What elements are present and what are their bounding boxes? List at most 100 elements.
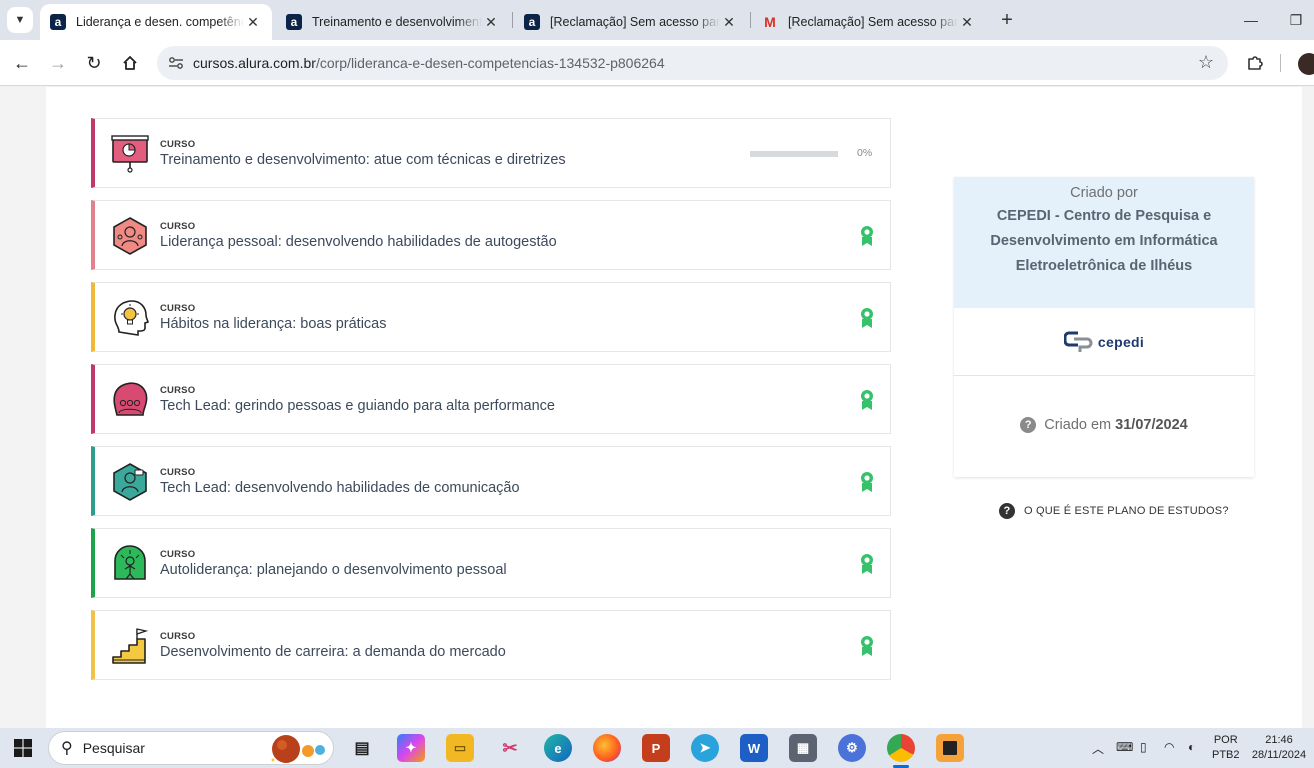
certificate-icon[interactable] — [859, 225, 875, 247]
site-info-icon[interactable] — [166, 53, 186, 73]
bookmark-star-icon[interactable]: ☆ — [1198, 52, 1214, 73]
firefox-icon[interactable] — [593, 734, 621, 762]
tab-title: Treinamento e desenvolvimento — [312, 15, 482, 29]
word-icon[interactable]: W — [740, 734, 768, 762]
keyboard-icon[interactable]: ⌨ — [1116, 740, 1133, 754]
certificate-icon[interactable] — [859, 635, 875, 657]
tab-lideranca[interactable]: a Liderança e desen. competências ✕ — [40, 4, 272, 40]
speaker-muted-icon[interactable]: ◐ — [1188, 740, 1195, 754]
search-highlight-icon — [271, 735, 325, 763]
creator-name: CEPEDI - Centro de Pesquisa e Desenvolvi… — [990, 208, 1218, 274]
certificate-icon[interactable] — [859, 553, 875, 575]
extensions-button[interactable] — [1243, 49, 1267, 77]
home-button[interactable] — [116, 49, 144, 77]
certificate-icon[interactable] — [859, 389, 875, 411]
certificate-icon[interactable] — [859, 471, 875, 493]
alura-icon: a — [286, 14, 302, 30]
close-icon[interactable]: ✕ — [244, 14, 262, 31]
course-kicker: CURSO — [160, 139, 196, 150]
tab-separator — [512, 12, 513, 28]
course-kicker: CURSO — [160, 631, 196, 642]
career-stairs-icon — [112, 628, 149, 664]
chrome-icon[interactable] — [887, 734, 915, 768]
course-title: Autoliderança: planejando o desenvolvime… — [160, 562, 507, 578]
minimize-button[interactable]: — — [1239, 8, 1263, 32]
logo-text: cepedi — [1097, 333, 1145, 350]
edge-icon[interactable]: e — [544, 734, 572, 762]
course-card[interactable]: CURSO Desenvolvimento de carreira: a dem… — [91, 610, 891, 680]
creator-logo: cepedi — [954, 308, 1254, 376]
gmail-icon: M — [764, 14, 776, 30]
lightbulb-head-icon — [114, 300, 149, 336]
course-card[interactable]: CURSO Tech Lead: gerindo pessoas e guian… — [91, 364, 891, 434]
close-icon[interactable]: ✕ — [958, 14, 976, 31]
forward-button[interactable]: → — [44, 49, 72, 77]
tab-title: Liderança e desen. competências — [76, 15, 244, 29]
arrow-left-icon: ← — [13, 52, 31, 73]
telegram-icon[interactable]: ➤ — [691, 734, 719, 762]
help-icon[interactable]: ? — [1020, 417, 1037, 433]
course-card[interactable]: CURSO Autoliderança: planejando o desenv… — [91, 528, 891, 598]
creator-header: Criado por CEPEDI - Centro de Pesquisa e… — [954, 177, 1254, 308]
course-title: Hábitos na liderança: boas práticas — [160, 316, 387, 332]
created-on-date: 31/07/2024 — [1115, 417, 1188, 433]
wifi-icon[interactable]: ◠ — [1164, 740, 1174, 754]
study-plan-help-link[interactable]: ? O QUE É ESTE PLANO DE ESTUDOS? — [999, 503, 1229, 519]
search-placeholder: Pesquisar — [82, 740, 145, 756]
system-clock[interactable]: 21:46 28/11/2024 — [1248, 733, 1310, 763]
task-view-icon[interactable]: ▤ — [348, 734, 376, 762]
tab-reclamacao-gmail[interactable]: M [Reclamação] Sem acesso para ✕ — [752, 4, 986, 40]
sticky-notes-icon[interactable] — [936, 734, 964, 762]
calculator-icon[interactable]: ▦ — [789, 734, 817, 762]
minimize-icon: — — [1244, 12, 1258, 28]
course-kicker: CURSO — [160, 303, 196, 314]
creator-card: Criado por CEPEDI - Centro de Pesquisa e… — [954, 177, 1254, 477]
snipping-tool-icon[interactable]: ✂ — [496, 734, 524, 762]
course-kicker: CURSO — [160, 467, 196, 478]
team-head-icon — [113, 382, 148, 416]
avatar[interactable] — [1298, 53, 1314, 75]
reload-button[interactable]: ↻ — [80, 49, 108, 77]
windows-taskbar: ⚲ Pesquisar ▤ ✦ ▭ ✂ e P ➤ W ▦ ⚙ ︿ ⌨ ▯ ◠ … — [0, 728, 1314, 768]
close-icon[interactable]: ✕ — [482, 14, 500, 31]
course-card[interactable]: CURSO Tech Lead: desenvolvendo habilidad… — [91, 446, 891, 516]
restore-icon: ❐ — [1289, 11, 1303, 28]
close-icon[interactable]: ✕ — [720, 14, 738, 31]
home-icon — [123, 56, 137, 70]
tab-search-button[interactable]: ▼ — [7, 7, 33, 33]
chevron-up-icon[interactable]: ︿ — [1092, 740, 1104, 757]
tab-strip: ▼ a Liderança e desen. competências ✕ a … — [0, 0, 1314, 40]
tab-treinamento[interactable]: a Treinamento e desenvolvimento ✕ — [276, 4, 510, 40]
progress-label: 0% — [857, 147, 873, 159]
tab-reclamacao-alura[interactable]: a [Reclamação] Sem acesso para ✕ — [514, 4, 748, 40]
study-plan-help-text: O QUE É ESTE PLANO DE ESTUDOS? — [1024, 505, 1229, 517]
course-title: Treinamento e desenvolvimento: atue com … — [160, 152, 566, 168]
course-card[interactable]: CURSO Treinamento e desenvolvimento: atu… — [91, 118, 891, 188]
windows-start-icon[interactable] — [14, 739, 32, 757]
url-path: /corp/lideranca-e-desen-competencias-134… — [315, 55, 665, 71]
powerpoint-icon[interactable]: P — [642, 734, 670, 762]
cepedi-logo-icon — [1063, 331, 1093, 352]
certificate-icon[interactable] — [859, 307, 875, 329]
course-card[interactable]: CURSO Liderança pessoal: desenvolvendo h… — [91, 200, 891, 270]
progress-bar — [750, 151, 838, 157]
battery-icon[interactable]: ▯ — [1140, 740, 1147, 754]
course-title: Desenvolvimento de carreira: a demanda d… — [160, 644, 506, 660]
course-card[interactable]: CURSO Hábitos na liderança: boas prática… — [91, 282, 891, 352]
help-icon: ? — [999, 503, 1015, 519]
copilot-icon[interactable]: ✦ — [397, 734, 425, 762]
file-explorer-icon[interactable]: ▭ — [446, 734, 474, 762]
clock-date: 28/11/2024 — [1251, 749, 1307, 761]
input-language[interactable]: POR PTB2 — [1212, 733, 1240, 763]
course-title: Tech Lead: gerindo pessoas e guiando par… — [160, 398, 555, 414]
study-plan-panel: CURSO Treinamento e desenvolvimento: atu… — [46, 87, 1302, 728]
address-bar[interactable]: cursos.alura.com.br/corp/lideranca-e-des… — [157, 46, 1228, 80]
back-button[interactable]: ← — [8, 49, 36, 77]
communication-hexagon-icon — [113, 463, 147, 501]
course-kicker: CURSO — [160, 221, 196, 232]
new-tab-button[interactable]: + — [995, 8, 1019, 32]
settings-gear-icon[interactable]: ⚙ — [838, 734, 866, 762]
course-kicker: CURSO — [160, 385, 196, 396]
restore-button[interactable]: ❐ — [1284, 8, 1308, 32]
url-text: cursos.alura.com.br/corp/lideranca-e-des… — [193, 55, 665, 71]
